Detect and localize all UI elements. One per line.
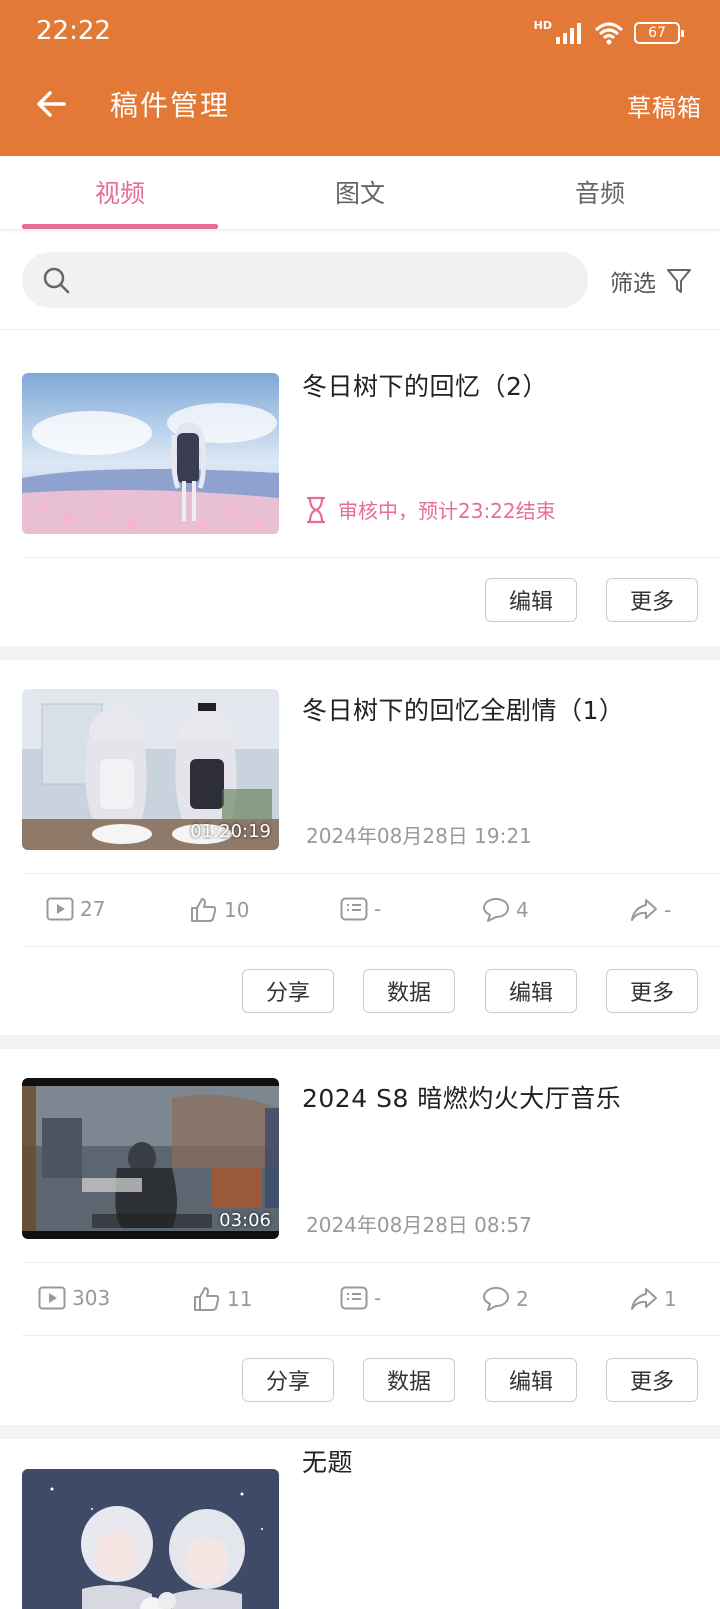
status-time: 22:22 xyxy=(36,16,111,46)
search-box[interactable] xyxy=(22,252,588,308)
edit-button[interactable]: 编辑 xyxy=(485,969,577,1013)
video-title[interactable]: 2024 S8 暗燃灼火大厅音乐 xyxy=(302,1079,621,1115)
video-date: 2024年08月28日 08:57 xyxy=(306,1213,532,1237)
comment-icon xyxy=(483,1287,509,1311)
stat-danmaku: - xyxy=(340,897,381,921)
video-title[interactable]: 冬日树下的回忆（2） xyxy=(302,367,548,403)
tab-image-text[interactable]: 图文 xyxy=(250,174,470,210)
review-status-text: 审核中，预计23:22结束 xyxy=(338,499,556,523)
more-button[interactable]: 更多 xyxy=(606,1358,698,1402)
battery-icon: 67 xyxy=(634,22,684,44)
status-icons: HD 67 xyxy=(533,18,684,48)
data-button[interactable]: 数据 xyxy=(363,1358,455,1402)
video-duration: 01:20:19 xyxy=(190,821,271,842)
filter-icon xyxy=(667,269,691,293)
more-button[interactable]: 更多 xyxy=(606,578,698,622)
comments-count: 4 xyxy=(516,898,529,922)
signal-icon xyxy=(556,23,581,44)
video-thumbnail[interactable]: 01:20:19 xyxy=(22,689,279,850)
card-separator xyxy=(0,1425,720,1439)
more-button[interactable]: 更多 xyxy=(606,969,698,1013)
filter-button[interactable]: 筛选 xyxy=(610,264,692,298)
video-duration: 03:06 xyxy=(219,1210,271,1231)
play-count-icon xyxy=(46,897,74,921)
likes-count: 10 xyxy=(224,898,250,922)
danmaku-icon xyxy=(340,1286,368,1310)
search-icon xyxy=(43,267,70,294)
tab-bar: 视频 图文 音频 xyxy=(0,156,720,230)
share-button[interactable]: 分享 xyxy=(242,1358,334,1402)
card-separator xyxy=(0,1035,720,1049)
likes-count: 11 xyxy=(227,1287,253,1311)
page-title: 稿件管理 xyxy=(110,89,231,122)
share-icon xyxy=(631,899,657,921)
divider xyxy=(22,946,720,947)
danmaku-count: - xyxy=(374,897,382,921)
video-card: 01:20:19 冬日树下的回忆全剧情（1） 2024年08月28日 19:21… xyxy=(0,660,720,1035)
stat-plays: 27 xyxy=(46,897,105,921)
shares-count: 1 xyxy=(664,1287,677,1311)
tab-video[interactable]: 视频 xyxy=(10,174,230,210)
stat-likes: 10 xyxy=(190,897,249,923)
video-title[interactable]: 无题 xyxy=(302,1443,353,1479)
comment-icon xyxy=(483,898,509,922)
plays-count: 27 xyxy=(80,897,106,921)
share-icon xyxy=(631,1288,657,1310)
divider xyxy=(22,873,720,874)
stat-shares: 1 xyxy=(630,1286,677,1312)
video-title[interactable]: 冬日树下的回忆全剧情（1） xyxy=(302,691,624,727)
stat-plays: 303 xyxy=(38,1286,110,1310)
battery-level: 67 xyxy=(648,25,666,41)
divider xyxy=(22,1262,720,1263)
danmaku-count: - xyxy=(374,1286,382,1310)
divider xyxy=(22,1335,720,1336)
data-button[interactable]: 数据 xyxy=(363,969,455,1013)
comments-count: 2 xyxy=(516,1287,529,1311)
search-row: 筛选 xyxy=(0,230,720,330)
stat-comments: 4 xyxy=(482,897,529,923)
video-card: 03:06 2024 S8 暗燃灼火大厅音乐 2024年08月28日 08:57… xyxy=(0,1049,720,1425)
stat-comments: 2 xyxy=(482,1286,529,1312)
plays-count: 303 xyxy=(72,1286,111,1310)
like-icon xyxy=(194,1287,220,1311)
stat-likes: 11 xyxy=(193,1286,252,1312)
app-header: 22:22 HD 67 稿件管理 草稿箱 xyxy=(0,0,720,156)
search-input[interactable] xyxy=(82,252,562,308)
share-button[interactable]: 分享 xyxy=(242,969,334,1013)
video-card: 冬日树下的回忆（2） 审核中，预计23:22结束 编辑 更多 xyxy=(0,331,720,646)
back-arrow-icon[interactable] xyxy=(32,84,72,124)
hourglass-icon xyxy=(307,496,325,523)
filter-label: 筛选 xyxy=(610,271,656,297)
shares-count: - xyxy=(664,898,672,922)
status-bar: 22:22 HD 67 xyxy=(0,0,720,64)
edit-button[interactable]: 编辑 xyxy=(485,578,577,622)
wifi-icon xyxy=(594,22,624,45)
tab-active-indicator xyxy=(22,224,218,229)
hd-icon: HD xyxy=(533,18,552,32)
video-thumbnail[interactable]: 03:06 xyxy=(22,1078,279,1239)
card-separator xyxy=(0,646,720,660)
video-date: 2024年08月28日 19:21 xyxy=(306,824,532,848)
danmaku-icon xyxy=(340,897,368,921)
like-icon xyxy=(191,898,217,922)
divider xyxy=(22,557,720,558)
stat-shares: - xyxy=(630,897,671,923)
edit-button[interactable]: 编辑 xyxy=(485,1358,577,1402)
video-thumbnail[interactable] xyxy=(22,1469,279,1609)
review-status: 审核中，预计23:22结束 xyxy=(304,495,556,524)
drafts-button[interactable]: 草稿箱 xyxy=(627,88,702,123)
stat-danmaku: - xyxy=(340,1286,381,1310)
video-card: 无题 xyxy=(0,1439,720,1609)
tab-audio[interactable]: 音频 xyxy=(490,174,710,210)
play-count-icon xyxy=(38,1286,66,1310)
video-thumbnail[interactable] xyxy=(22,373,279,534)
